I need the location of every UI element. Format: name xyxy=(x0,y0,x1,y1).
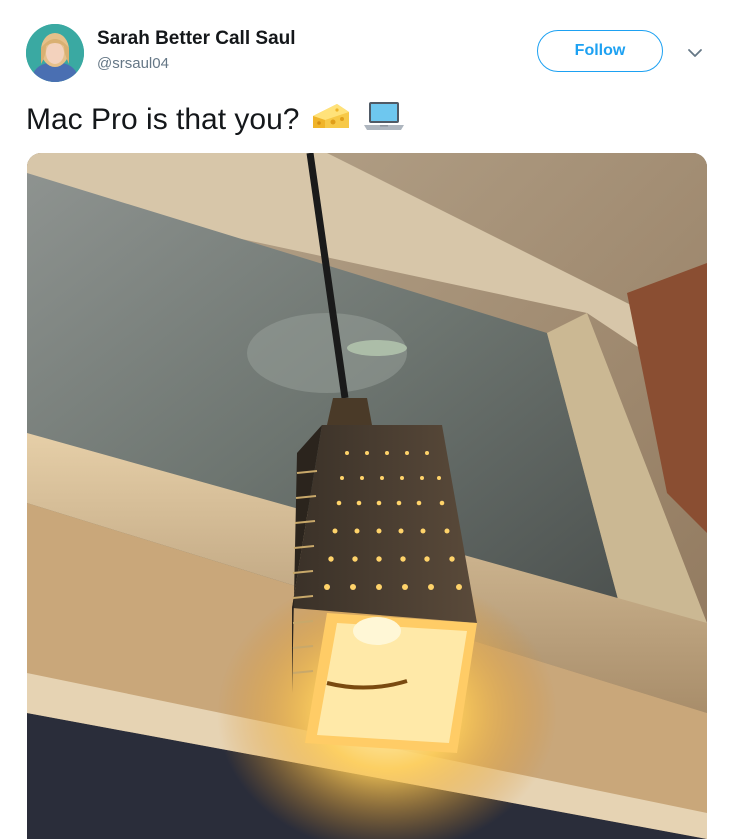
avatar[interactable] xyxy=(26,24,84,82)
tweet-text-row: Mac Pro is that you? xyxy=(26,100,405,140)
user-handle[interactable]: @srsaul04 xyxy=(97,55,169,72)
display-name[interactable]: Sarah Better Call Saul xyxy=(97,28,296,50)
chevron-down-icon[interactable] xyxy=(684,42,706,64)
cheese-wedge-icon xyxy=(311,100,351,140)
tweet-photo[interactable] xyxy=(27,153,707,839)
laptop-icon xyxy=(363,100,405,140)
follow-button[interactable]: Follow xyxy=(537,30,663,72)
tweet-text: Mac Pro is that you? xyxy=(26,103,300,136)
